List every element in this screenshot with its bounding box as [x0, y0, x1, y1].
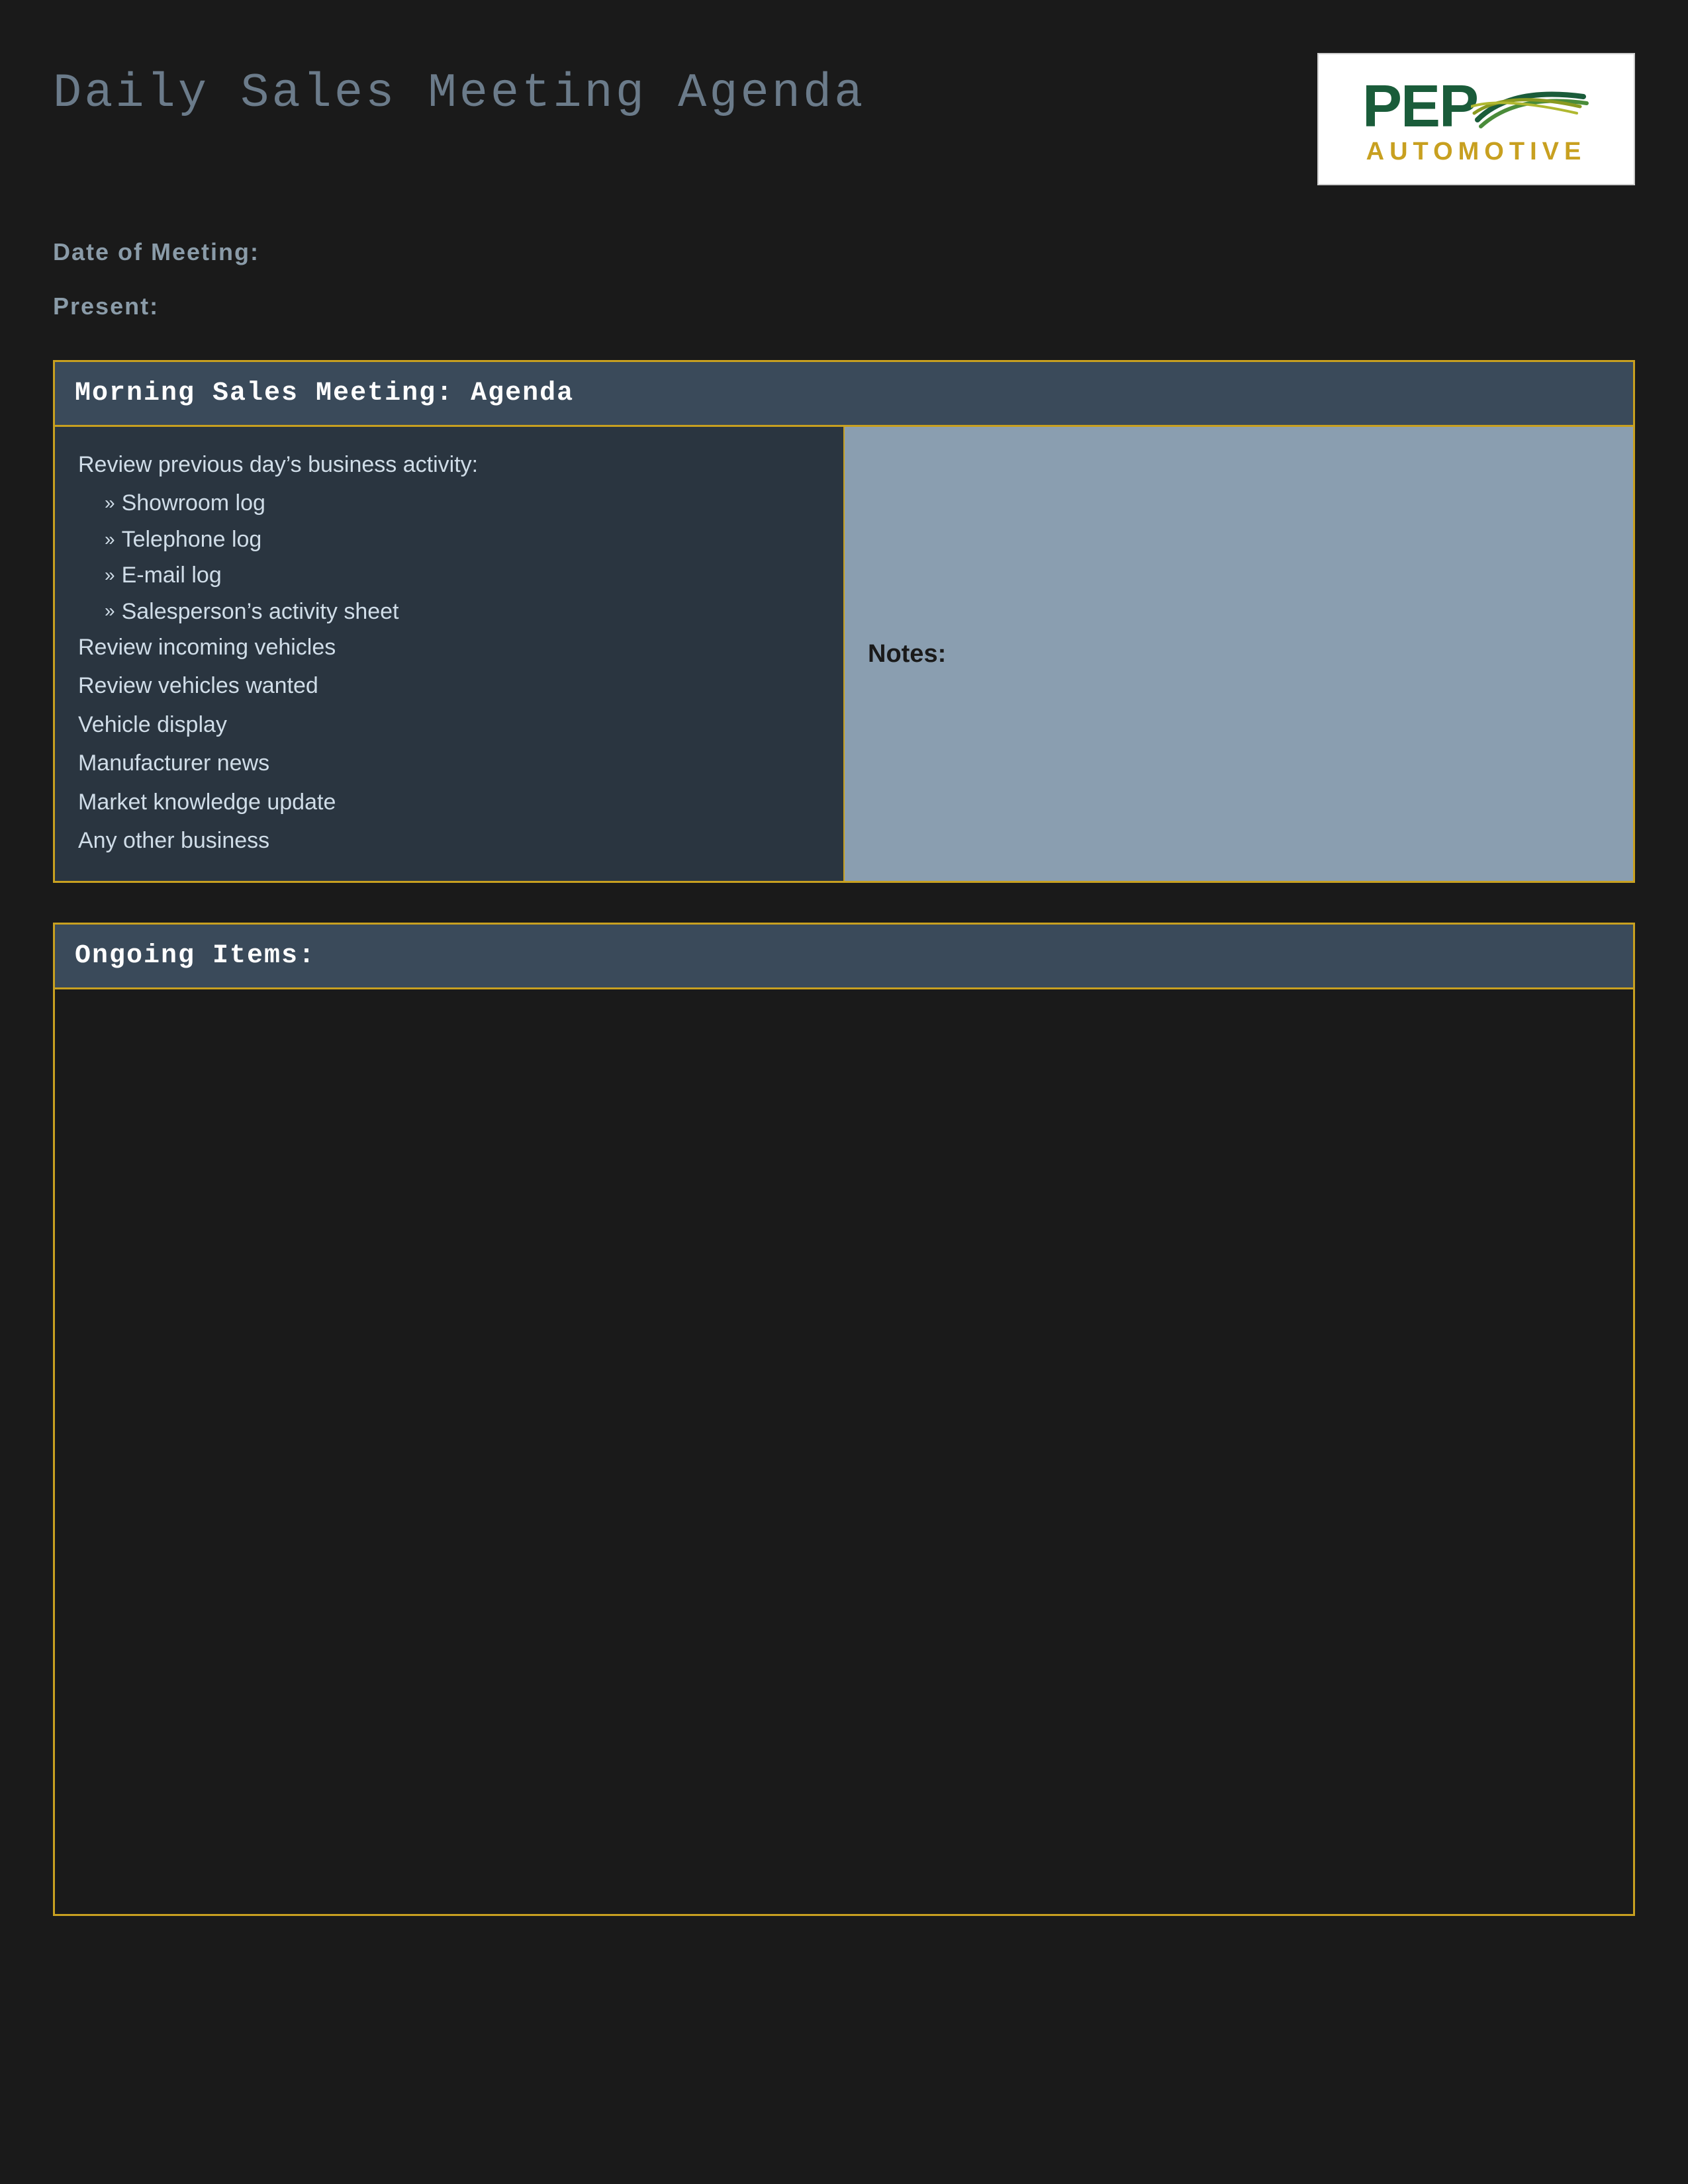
ongoing-header-row: Ongoing Items:	[54, 924, 1634, 989]
morning-meeting-body-row: Review previous day’s business activity:…	[54, 426, 1634, 882]
agenda-intro: Review previous day’s business activity:	[78, 447, 820, 482]
page: Daily Sales Meeting Agenda PEP AUTOMOTIV…	[53, 40, 1635, 1916]
logo-swoosh-icon	[1471, 83, 1590, 130]
agenda-item-incoming: Review incoming vehicles	[78, 629, 820, 665]
agenda-item-manufacturer: Manufacturer news	[78, 745, 820, 781]
bullet-arrow-icon: »	[105, 488, 115, 518]
agenda-item-market: Market knowledge update	[78, 784, 820, 820]
sub-item-telephone: » Telephone log	[78, 522, 820, 557]
morning-meeting-header-row: Morning Sales Meeting: Agenda	[54, 361, 1634, 426]
bullet-arrow-icon-4: »	[105, 596, 115, 626]
logo-pep-row: PEP	[1362, 73, 1590, 141]
logo-pep-text: PEP	[1362, 73, 1477, 141]
meta-section: Date of Meeting: Present:	[53, 238, 1635, 320]
bullet-arrow-icon-3: »	[105, 561, 115, 590]
logo-container: PEP AUTOMOTIVE	[1317, 53, 1635, 185]
agenda-item-wanted: Review vehicles wanted	[78, 668, 820, 704]
header: Daily Sales Meeting Agenda PEP AUTOMOTIV…	[53, 40, 1635, 185]
morning-meeting-agenda-cell: Review previous day’s business activity:…	[54, 426, 845, 882]
notes-label: Notes:	[868, 640, 1610, 668]
logo-automotive-text: AUTOMOTIVE	[1366, 138, 1587, 166]
ongoing-header: Ongoing Items:	[54, 924, 1634, 989]
present-label: Present:	[53, 293, 1635, 320]
morning-meeting-notes-cell: Notes:	[844, 426, 1634, 882]
morning-meeting-table: Morning Sales Meeting: Agenda Review pre…	[53, 360, 1635, 883]
ongoing-items-table: Ongoing Items:	[53, 923, 1635, 1916]
agenda-item-vehicle-display: Vehicle display	[78, 707, 820, 743]
date-of-meeting-label: Date of Meeting:	[53, 238, 1635, 266]
ongoing-body-cell	[54, 989, 1634, 1915]
sub-item-email: » E-mail log	[78, 557, 820, 593]
ongoing-body-row	[54, 989, 1634, 1915]
bullet-arrow-icon-2: »	[105, 525, 115, 555]
page-title: Daily Sales Meeting Agenda	[53, 53, 865, 120]
sub-item-salesperson: » Salesperson’s activity sheet	[78, 594, 820, 629]
agenda-item-other: Any other business	[78, 823, 820, 858]
morning-meeting-header: Morning Sales Meeting: Agenda	[54, 361, 1634, 426]
sub-item-showroom: » Showroom log	[78, 485, 820, 521]
